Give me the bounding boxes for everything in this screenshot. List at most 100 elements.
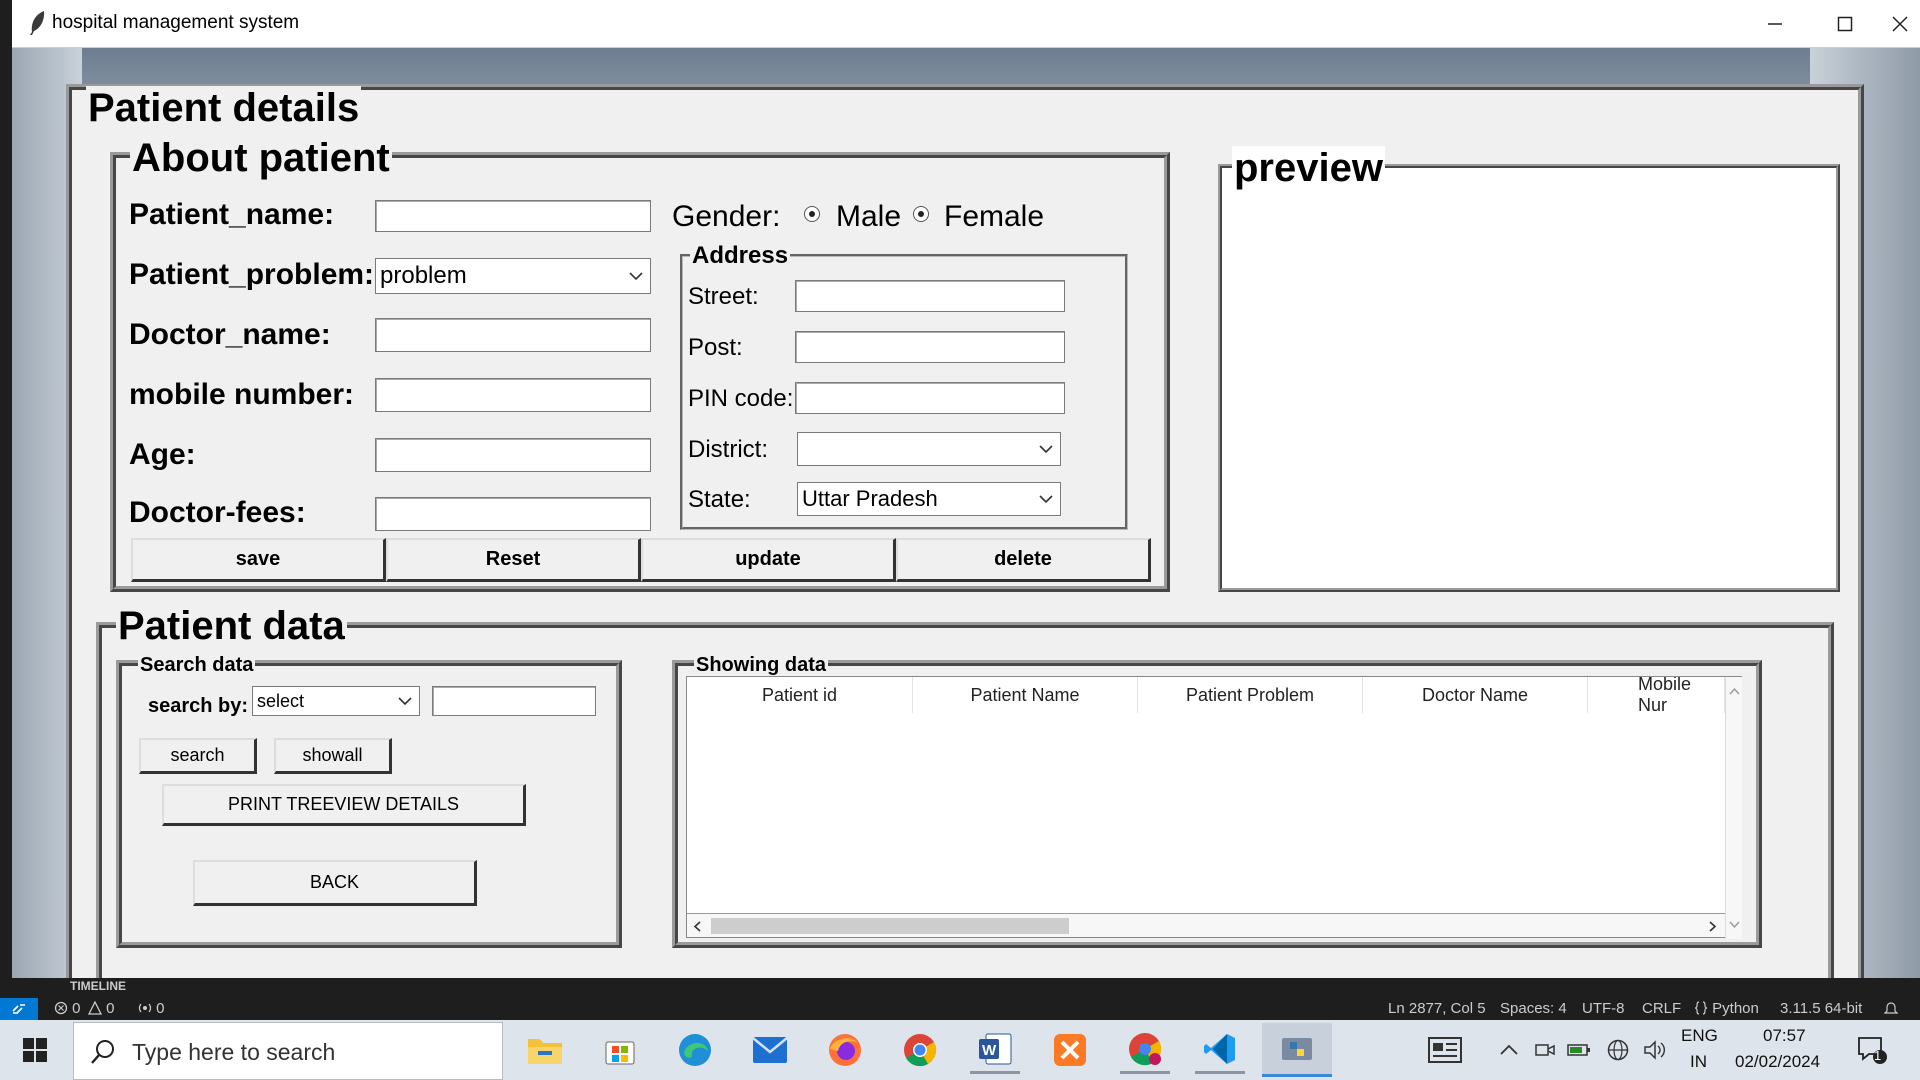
chevron-down-icon xyxy=(398,697,412,706)
search-icon xyxy=(91,1040,114,1064)
ports-indicator[interactable]: 0 xyxy=(138,1000,165,1017)
taskbar-chrome[interactable] xyxy=(895,1026,945,1074)
pin-code-input[interactable] xyxy=(795,382,1065,414)
cursor-position[interactable]: Ln 2877, Col 5 xyxy=(1388,1000,1486,1017)
globe-icon xyxy=(1607,1039,1629,1061)
street-input[interactable] xyxy=(795,280,1065,312)
print-treeview-button[interactable]: PRINT TREEVIEW DETAILS xyxy=(162,784,526,826)
patient-problem-label: Patient_problem: xyxy=(129,258,375,291)
word-icon: W xyxy=(979,1033,1012,1064)
vscode-statusbar: 0 0 0 Ln 2877, Col 5 Spaces: 4 UTF-8 CRL… xyxy=(0,998,1920,1020)
patient-name-input[interactable] xyxy=(375,200,651,232)
patient-data-title: Patient data xyxy=(116,604,347,649)
tray-battery[interactable] xyxy=(1564,1026,1594,1074)
horizontal-scroll-thumb[interactable] xyxy=(711,918,1069,934)
taskbar-xampp[interactable] xyxy=(1045,1026,1095,1074)
post-input[interactable] xyxy=(795,331,1065,363)
error-icon xyxy=(54,1001,68,1015)
tray-meet-now[interactable] xyxy=(1530,1026,1560,1074)
chevron-down-icon xyxy=(1039,445,1053,454)
gender-male-radio[interactable] xyxy=(804,206,820,222)
warnings-indicator[interactable]: 0 xyxy=(87,1000,115,1017)
clock-date[interactable]: 02/02/2024 xyxy=(1735,1052,1820,1072)
clock-time[interactable]: 07:57 xyxy=(1763,1026,1806,1046)
firefox-icon xyxy=(829,1034,861,1066)
search-data-title: Search data xyxy=(138,654,256,677)
search-by-select[interactable]: select xyxy=(252,686,420,716)
mobile-number-input[interactable] xyxy=(375,378,651,412)
column-header[interactable]: Patient Name xyxy=(913,677,1138,713)
python-icon xyxy=(1282,1037,1312,1060)
taskbar-python[interactable] xyxy=(1262,1023,1332,1077)
back-button[interactable]: BACK xyxy=(193,860,477,906)
delete-button[interactable]: delete xyxy=(896,538,1151,582)
taskbar-file-explorer[interactable] xyxy=(520,1026,570,1074)
maximize-button[interactable] xyxy=(1810,0,1880,48)
update-button[interactable]: update xyxy=(641,538,896,582)
remote-button[interactable] xyxy=(0,998,38,1020)
taskbar-microsoft-store[interactable] xyxy=(595,1026,645,1074)
tray-volume[interactable] xyxy=(1640,1026,1670,1074)
gender-female-radio[interactable] xyxy=(913,206,929,222)
tray-network[interactable] xyxy=(1603,1026,1633,1074)
patient-treeview[interactable]: Patient id Patient Name Patient Problem … xyxy=(686,676,1742,939)
doctor-fees-input[interactable] xyxy=(375,497,651,531)
street-label: Street: xyxy=(688,283,759,310)
speaker-icon xyxy=(1644,1040,1665,1060)
errors-indicator[interactable]: 0 xyxy=(54,1000,81,1017)
column-header[interactable]: Patient Problem xyxy=(1138,677,1363,713)
taskbar-edge[interactable] xyxy=(670,1026,720,1074)
braces-icon xyxy=(1694,1001,1708,1015)
showall-button[interactable]: showall xyxy=(274,738,392,774)
save-button[interactable]: save xyxy=(131,538,386,582)
state-select[interactable]: Uttar Pradesh xyxy=(797,482,1061,516)
language-label: Python xyxy=(1712,1000,1759,1017)
store-icon xyxy=(605,1041,635,1065)
minimize-button[interactable] xyxy=(1740,0,1810,48)
taskbar-firefox[interactable] xyxy=(820,1026,870,1074)
search-input[interactable] xyxy=(432,686,596,716)
warning-icon xyxy=(87,1000,103,1015)
search-placeholder: Type here to search xyxy=(132,1039,336,1065)
close-button[interactable] xyxy=(1880,0,1920,48)
about-patient-title: About patient xyxy=(130,136,392,181)
column-header[interactable]: Doctor Name xyxy=(1363,677,1588,713)
notification-icon xyxy=(1858,1037,1887,1064)
doctor-name-input[interactable] xyxy=(375,318,651,352)
news-widget[interactable] xyxy=(1420,1026,1470,1074)
notification-center[interactable]: 1 xyxy=(1852,1026,1892,1074)
search-button[interactable]: search xyxy=(139,738,257,774)
reset-button[interactable]: Reset xyxy=(386,538,641,582)
taskbar-mail[interactable] xyxy=(745,1026,795,1074)
xampp-icon xyxy=(1054,1034,1086,1066)
age-input[interactable] xyxy=(375,438,651,472)
taskbar-chrome-profile[interactable] xyxy=(1120,1026,1170,1074)
scroll-down-icon[interactable] xyxy=(1729,921,1740,929)
taskbar-word[interactable]: W xyxy=(970,1026,1020,1074)
notifications-bell[interactable] xyxy=(1883,1000,1899,1020)
encoding[interactable]: UTF-8 xyxy=(1582,1000,1625,1017)
language-bottom[interactable]: IN xyxy=(1690,1052,1707,1072)
scroll-right-icon[interactable] xyxy=(1709,921,1717,932)
language-top[interactable]: ENG xyxy=(1681,1026,1718,1046)
taskbar-vscode[interactable] xyxy=(1195,1026,1245,1074)
start-button[interactable] xyxy=(10,1026,60,1074)
windows-taskbar: Type here to search W ENG IN 07:57 02/02… xyxy=(0,1020,1920,1080)
python-interpreter[interactable]: 3.11.5 64-bit xyxy=(1780,1000,1862,1017)
language-mode[interactable]: Python xyxy=(1694,1000,1759,1017)
taskbar-search[interactable]: Type here to search xyxy=(73,1022,503,1080)
line-ending[interactable]: CRLF xyxy=(1642,1000,1681,1017)
district-select[interactable] xyxy=(797,432,1061,466)
feather-icon xyxy=(30,11,45,35)
patient-problem-select[interactable]: problem xyxy=(375,258,651,294)
horizontal-scrollbar[interactable] xyxy=(687,913,1725,937)
tray-overflow[interactable] xyxy=(1494,1026,1524,1074)
column-header[interactable]: Mobile Nur xyxy=(1588,677,1725,713)
column-header[interactable]: Patient id xyxy=(687,677,913,713)
vertical-scrollbar[interactable] xyxy=(1725,677,1742,939)
edge-icon xyxy=(679,1034,711,1066)
timeline-label[interactable]: TIMELINE xyxy=(70,979,126,993)
scroll-left-icon[interactable] xyxy=(693,921,701,932)
indentation[interactable]: Spaces: 4 xyxy=(1500,1000,1567,1017)
scroll-up-icon[interactable] xyxy=(1729,687,1740,695)
